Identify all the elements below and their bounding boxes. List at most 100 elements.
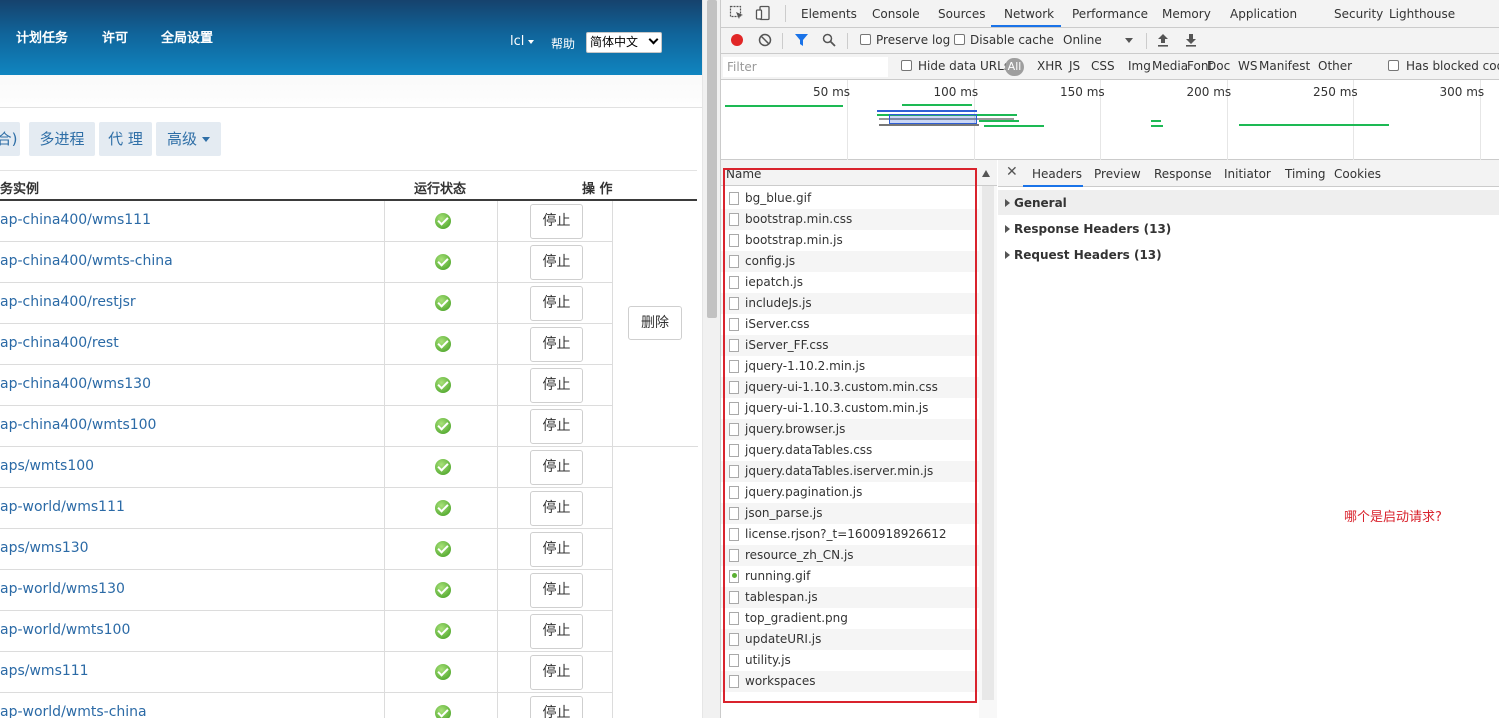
tab-partial[interactable]: 合) xyxy=(0,122,20,156)
detail-tab-preview[interactable]: Preview xyxy=(1094,167,1141,181)
stop-button[interactable]: 停止 xyxy=(530,327,583,362)
request-list-scrollbar[interactable] xyxy=(979,186,997,718)
stop-button[interactable]: 停止 xyxy=(530,368,583,403)
instance-link[interactable]: ap-world/wms111 xyxy=(0,499,125,515)
blocked-cookies-checkbox[interactable] xyxy=(1388,60,1399,71)
instance-link[interactable]: ap-world/wmts100 xyxy=(0,622,130,638)
inspect-element-icon[interactable] xyxy=(729,5,745,21)
preserve-log-checkbox[interactable] xyxy=(860,34,871,45)
instance-link[interactable]: aps/wms130 xyxy=(0,540,89,556)
filter-other[interactable]: Other xyxy=(1318,59,1352,73)
request-row[interactable]: includeJs.js xyxy=(721,293,979,314)
tab-proxy[interactable]: 代 理 xyxy=(99,122,152,156)
instance-link[interactable]: ap-world/wms130 xyxy=(0,581,125,597)
request-row[interactable]: top_gradient.png xyxy=(721,608,979,629)
app-scrollbar-thumb[interactable] xyxy=(707,0,717,318)
instance-link[interactable]: ap-china400/wmts100 xyxy=(0,417,156,433)
filter-js[interactable]: JS xyxy=(1069,59,1080,73)
stop-button[interactable]: 停止 xyxy=(530,450,583,485)
request-row[interactable]: utility.js xyxy=(721,650,979,671)
tab-advanced[interactable]: 高级 xyxy=(156,122,221,156)
request-row[interactable]: bootstrap.min.css xyxy=(721,209,979,230)
request-row[interactable]: json_parse.js xyxy=(721,503,979,524)
tab-security[interactable]: Security xyxy=(1334,7,1383,21)
request-row[interactable]: iServer.css xyxy=(721,314,979,335)
instance-link[interactable]: ap-china400/wms130 xyxy=(0,376,151,392)
filter-icon[interactable] xyxy=(794,33,809,47)
instance-link[interactable]: aps/wms111 xyxy=(0,663,89,679)
stop-button[interactable]: 停止 xyxy=(530,655,583,690)
instance-link[interactable]: aps/wmts100 xyxy=(0,458,94,474)
filter-ws[interactable]: WS xyxy=(1238,59,1257,73)
request-row[interactable]: resource_zh_CN.js xyxy=(721,545,979,566)
stop-button[interactable]: 停止 xyxy=(530,614,583,649)
request-row[interactable]: jquery.pagination.js xyxy=(721,482,979,503)
request-row[interactable]: iepatch.js xyxy=(721,272,979,293)
request-row[interactable]: bg_blue.gif xyxy=(721,188,979,209)
filter-img[interactable]: Img xyxy=(1128,59,1151,73)
request-row[interactable]: jquery-ui-1.10.3.custom.min.css xyxy=(721,377,979,398)
export-har-icon[interactable] xyxy=(1184,32,1198,48)
instance-link[interactable]: ap-china400/wmts-china xyxy=(0,253,173,269)
filter-manifest[interactable]: Manifest xyxy=(1259,59,1310,73)
help-link[interactable]: 帮助 xyxy=(551,35,575,52)
request-row[interactable]: jquery.dataTables.iserver.min.js xyxy=(721,461,979,482)
request-row[interactable]: jquery-1.10.2.min.js xyxy=(721,356,979,377)
stop-button[interactable]: 停止 xyxy=(530,573,583,608)
nav-scheduled-tasks[interactable]: 计划任务 xyxy=(16,30,68,48)
throttle-select[interactable]: Online xyxy=(1063,33,1102,47)
filter-doc[interactable]: Doc xyxy=(1207,59,1230,73)
stop-button[interactable]: 停止 xyxy=(530,245,583,280)
stop-button[interactable]: 停止 xyxy=(530,532,583,567)
filter-media[interactable]: Media xyxy=(1152,59,1188,73)
detail-tab-timing[interactable]: Timing xyxy=(1285,167,1326,181)
filter-all-chip[interactable]: All xyxy=(1005,58,1024,76)
import-har-icon[interactable] xyxy=(1156,32,1170,48)
request-row[interactable]: license.rjson?_t=1600918926612 xyxy=(721,524,979,545)
stop-button[interactable]: 停止 xyxy=(530,696,583,718)
nav-license[interactable]: 许可 xyxy=(102,30,128,48)
request-row[interactable]: iServer_FF.css xyxy=(721,335,979,356)
nav-global-settings[interactable]: 全局设置 xyxy=(161,30,213,48)
detail-tab-initiator[interactable]: Initiator xyxy=(1224,167,1271,181)
sort-ascending-icon[interactable] xyxy=(982,170,990,177)
filter-css[interactable]: CSS xyxy=(1091,59,1115,73)
close-icon[interactable]: ✕ xyxy=(1006,164,1018,180)
request-row[interactable]: workspaces xyxy=(721,671,979,692)
tab-console[interactable]: Console xyxy=(872,7,920,21)
name-column-header[interactable]: Name xyxy=(721,160,997,186)
section-request-headers[interactable]: Request Headers (13) xyxy=(998,242,1499,267)
request-list-scrollbar-thumb[interactable] xyxy=(982,186,994,700)
tab-elements[interactable]: Elements xyxy=(801,7,857,21)
language-select[interactable]: 简体中文 xyxy=(586,32,662,53)
request-row[interactable]: updateURI.js xyxy=(721,629,979,650)
stop-button[interactable]: 停止 xyxy=(530,204,583,239)
instance-link[interactable]: ap-china400/rest xyxy=(0,335,119,351)
instance-link[interactable]: ap-china400/wms111 xyxy=(0,212,151,228)
request-row[interactable]: jquery-ui-1.10.3.custom.min.js xyxy=(721,398,979,419)
detail-tab-response[interactable]: Response xyxy=(1154,167,1212,181)
tab-lighthouse[interactable]: Lighthouse xyxy=(1389,7,1455,21)
stop-button[interactable]: 停止 xyxy=(530,491,583,526)
filter-input[interactable]: Filter xyxy=(723,57,888,77)
user-menu[interactable]: lcl xyxy=(510,34,535,49)
request-row[interactable]: tablespan.js xyxy=(721,587,979,608)
stop-button[interactable]: 停止 xyxy=(530,286,583,321)
detail-tab-headers[interactable]: Headers xyxy=(1032,167,1082,181)
stop-button[interactable]: 停止 xyxy=(530,409,583,444)
app-scrollbar[interactable] xyxy=(702,0,720,718)
request-row[interactable]: jquery.dataTables.css xyxy=(721,440,979,461)
record-icon[interactable] xyxy=(730,33,744,47)
tab-multiprocess[interactable]: 多进程 xyxy=(29,122,95,156)
tab-sources[interactable]: Sources xyxy=(938,7,985,21)
request-row[interactable]: bootstrap.min.js xyxy=(721,230,979,251)
device-toolbar-icon[interactable] xyxy=(755,5,771,21)
filter-xhr[interactable]: XHR xyxy=(1037,59,1063,73)
section-response-headers[interactable]: Response Headers (13) xyxy=(998,216,1499,241)
tab-application[interactable]: Application xyxy=(1230,7,1297,21)
request-row[interactable]: config.js xyxy=(721,251,979,272)
instance-link[interactable]: ap-china400/restjsr xyxy=(0,294,136,310)
instance-link[interactable]: ap-world/wmts-china xyxy=(0,704,147,718)
section-general[interactable]: General xyxy=(998,190,1499,215)
detail-tab-cookies[interactable]: Cookies xyxy=(1334,167,1381,181)
